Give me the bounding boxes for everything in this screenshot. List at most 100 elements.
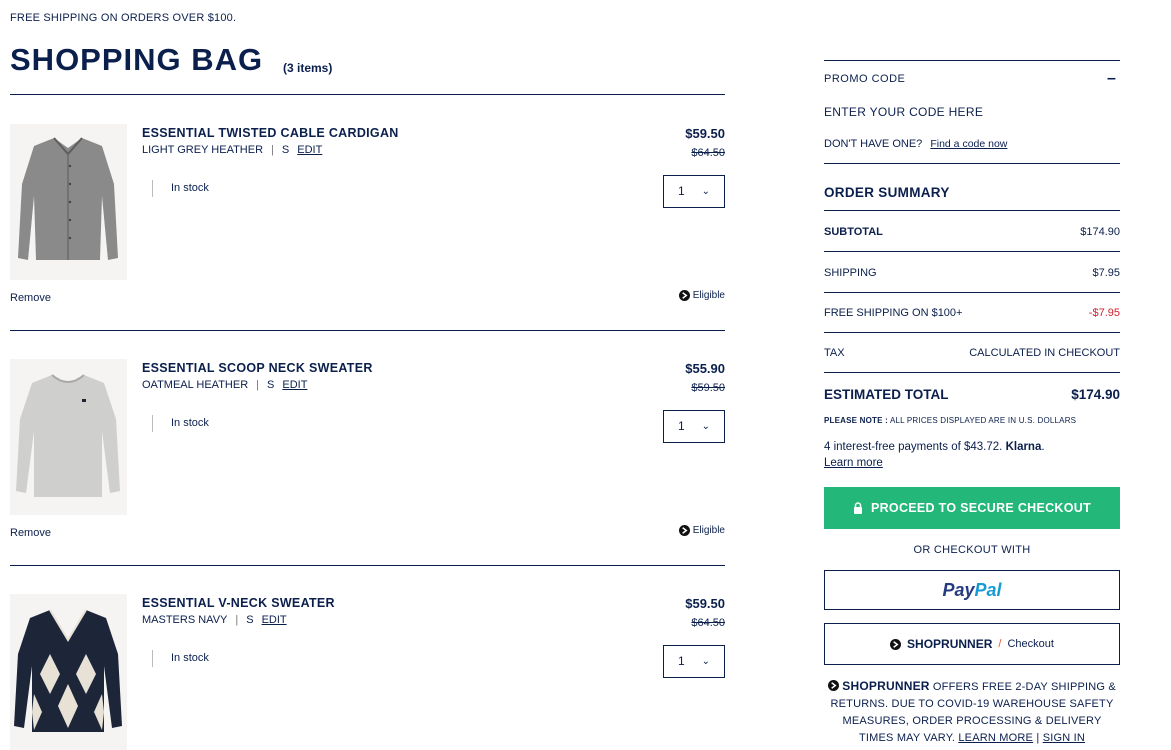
edit-link[interactable]: EDIT	[282, 379, 307, 391]
item-price: $55.90	[685, 361, 725, 376]
promo-help-text: DON'T HAVE ONE?	[824, 138, 923, 150]
shoprunner-checkout-label: Checkout	[1007, 638, 1054, 650]
shoprunner-icon	[890, 638, 902, 650]
promo-bottom-divider	[824, 163, 1120, 164]
summary-divider	[824, 292, 1120, 293]
tax-row: TAX CALCULATED IN CHECKOUT	[824, 347, 1120, 359]
tax-value: CALCULATED IN CHECKOUT	[969, 347, 1120, 359]
chevron-down-icon: ⌄	[701, 656, 710, 667]
shoprunner-eligible: Eligible	[678, 290, 725, 301]
summary-divider	[824, 332, 1120, 333]
subtotal-value: $174.90	[1080, 226, 1120, 238]
quantity-select[interactable]: 1 ⌄	[663, 645, 725, 678]
item-color: LIGHT GREY HEATHER	[142, 144, 264, 156]
quantity-value: 1	[678, 419, 685, 433]
summary-divider	[824, 372, 1120, 373]
tax-label: TAX	[824, 347, 845, 359]
shoprunner-icon	[828, 680, 840, 691]
v-neck-sweater-image	[14, 609, 122, 732]
shoprunner-info: SHOPRUNNER OFFERS FREE 2-DAY SHIPPING & …	[824, 678, 1120, 747]
edit-link[interactable]: EDIT	[262, 614, 287, 626]
item-original-price: $64.50	[691, 147, 725, 159]
item-name[interactable]: ESSENTIAL V-NECK SWEATER	[142, 596, 335, 610]
note-text: ALL PRICES DISPLAYED ARE IN U.S. DOLLARS	[889, 416, 1077, 425]
estimated-total-row: ESTIMATED TOTAL $174.90	[824, 387, 1120, 402]
promo-code-input[interactable]: ENTER YOUR CODE HERE	[824, 105, 1120, 119]
product-image-cardigan[interactable]	[10, 124, 127, 280]
edit-link[interactable]: EDIT	[297, 144, 322, 156]
item-color: OATMEAL HEATHER	[142, 379, 249, 391]
eligible-label: Eligible	[692, 525, 725, 536]
remove-button[interactable]: Remove	[10, 292, 51, 304]
subtotal-row: SUBTOTAL $174.90	[824, 226, 1120, 238]
promo-help: DON'T HAVE ONE? Find a code now	[824, 138, 1120, 150]
item-price: $59.50	[685, 596, 725, 611]
meta-separator: |	[256, 379, 260, 391]
free-shipping-row: FREE SHIPPING ON $100+ -$7.95	[824, 307, 1120, 319]
quantity-select[interactable]: 1 ⌄	[663, 410, 725, 443]
item-meta: LIGHT GREY HEATHER | S EDIT	[142, 144, 322, 156]
chevron-down-icon: ⌄	[701, 421, 710, 432]
shipping-value: $7.95	[1092, 267, 1120, 279]
paypal-button[interactable]: PayPal	[824, 570, 1120, 610]
bag-item: ESSENTIAL SCOOP NECK SWEATER OATMEAL HEA…	[10, 359, 725, 579]
klarna-message: 4 interest-free payments of $43.72. Klar…	[824, 439, 1120, 471]
shoprunner-eligible: Eligible	[678, 525, 725, 536]
meta-separator: |	[271, 144, 274, 156]
stock-status: In stock	[152, 650, 209, 667]
shoprunner-info-brand: SHOPRUNNER	[842, 679, 930, 693]
paypal-logo-pal: Pal	[974, 579, 1002, 600]
meta-separator: |	[235, 614, 239, 626]
sweater-image	[16, 374, 120, 497]
paypal-logo-pay: Pay	[942, 579, 975, 600]
summary-divider	[824, 251, 1120, 252]
link-separator: |	[1036, 732, 1040, 744]
shipping-row: SHIPPING $7.95	[824, 267, 1120, 279]
collapse-icon[interactable]: –	[1107, 70, 1116, 88]
shipping-label: SHIPPING	[824, 267, 877, 279]
item-name[interactable]: ESSENTIAL SCOOP NECK SWEATER	[142, 361, 373, 375]
stock-status: In stock	[152, 180, 209, 197]
cardigan-image	[18, 137, 118, 260]
item-size: S	[246, 614, 254, 626]
lock-icon	[853, 502, 862, 514]
find-code-link[interactable]: Find a code now	[930, 138, 1007, 150]
eligible-label: Eligible	[692, 290, 725, 301]
stock-status: In stock	[152, 415, 209, 432]
item-original-price: $59.50	[691, 382, 725, 394]
item-name[interactable]: ESSENTIAL TWISTED CABLE CARDIGAN	[142, 126, 399, 140]
product-image-v-neck[interactable]	[10, 594, 127, 750]
klarna-learn-more-link[interactable]: Learn more	[824, 457, 883, 469]
remove-button[interactable]: Remove	[10, 527, 51, 539]
sign-in-link[interactable]: SIGN IN	[1043, 732, 1085, 744]
item-color: MASTERS NAVY	[142, 614, 228, 626]
order-summary-title: ORDER SUMMARY	[824, 185, 950, 200]
item-divider	[10, 565, 725, 566]
klarna-text: 4 interest-free payments of $43.72.	[824, 441, 1003, 453]
total-value: $174.90	[1071, 387, 1120, 402]
promo-top-divider	[824, 60, 1120, 61]
page-title: SHOPPING BAG	[10, 42, 264, 77]
header-divider	[10, 94, 725, 95]
promo-code-label: PROMO CODE	[824, 73, 906, 85]
bag-item: ESSENTIAL V-NECK SWEATER MASTERS NAVY | …	[10, 594, 725, 750]
quantity-value: 1	[678, 184, 685, 198]
klarna-brand: Klarna	[1005, 441, 1042, 453]
shoprunner-icon	[678, 525, 690, 536]
item-meta: OATMEAL HEATHER | S EDIT	[142, 379, 307, 391]
subtotal-label: SUBTOTAL	[824, 226, 883, 238]
total-label: ESTIMATED TOTAL	[824, 387, 949, 402]
summary-divider	[824, 210, 1120, 211]
free-shipping-value: -$7.95	[1088, 307, 1120, 319]
paypal-logo: PayPal	[942, 580, 1001, 601]
secure-checkout-button[interactable]: PROCEED TO SECURE CHECKOUT	[824, 487, 1120, 529]
free-shipping-label: FREE SHIPPING ON $100+	[824, 307, 963, 319]
product-image-scoop-neck[interactable]	[10, 359, 127, 515]
learn-more-link[interactable]: LEARN MORE	[958, 732, 1033, 744]
quantity-select[interactable]: 1 ⌄	[663, 175, 725, 208]
shoprunner-checkout-button[interactable]: SHOPRUNNER / Checkout	[824, 623, 1120, 665]
item-original-price: $64.50	[691, 617, 725, 629]
item-count: (3 items)	[283, 61, 333, 75]
klarna-period: .	[1041, 441, 1045, 453]
item-size: S	[267, 379, 275, 391]
